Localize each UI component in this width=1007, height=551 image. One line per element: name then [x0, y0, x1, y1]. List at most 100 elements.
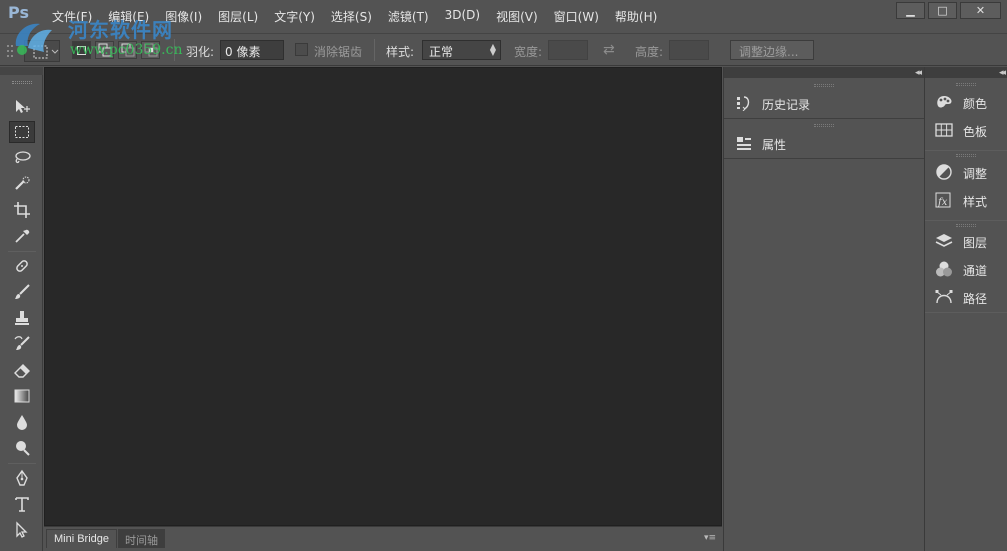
style-value: 正常 — [429, 45, 454, 59]
styles-icon: fx — [935, 192, 951, 208]
panel-paths[interactable]: 路径 — [935, 286, 1005, 308]
tab-timeline[interactable]: 时间轴 — [118, 529, 165, 548]
crop-tool[interactable] — [9, 199, 35, 221]
grip-icon[interactable] — [956, 224, 976, 227]
dock-header[interactable]: ◂◂ — [724, 67, 924, 78]
eyedropper-icon — [15, 229, 30, 243]
tool-divider — [8, 251, 36, 252]
path-select-tool[interactable] — [9, 519, 35, 541]
dock-header[interactable]: ◂◂ — [925, 67, 1007, 78]
collapse-icon[interactable]: ◂◂ — [915, 68, 922, 78]
menu-filter[interactable]: 滤镜(T) — [388, 8, 437, 25]
menu-select[interactable]: 选择(S) — [331, 8, 380, 25]
menu-window[interactable]: 窗口(W) — [554, 8, 607, 25]
history-brush-icon — [14, 336, 30, 350]
bottom-panel: Mini Bridge 时间轴 ▾≡ — [44, 526, 722, 549]
menu-image[interactable]: 图像(I) — [165, 8, 210, 25]
panel-label-properties: 属性 — [762, 138, 787, 152]
options-divider — [374, 39, 375, 61]
svg-text:fx: fx — [937, 197, 948, 208]
antialias-checkbox[interactable] — [295, 43, 308, 56]
quick-select-tool[interactable] — [9, 173, 35, 195]
grip-icon[interactable] — [956, 83, 976, 86]
menu-type[interactable]: 文字(Y) — [274, 8, 323, 25]
main-menu: 文件(F) 编辑(E) 图像(I) 图层(L) 文字(Y) 选择(S) 滤镜(T… — [52, 8, 673, 25]
grip-icon[interactable] — [814, 84, 834, 87]
color-icon — [937, 96, 952, 108]
panel-properties[interactable]: 属性 — [724, 121, 924, 159]
tool-divider — [8, 463, 36, 464]
tools-grip-icon[interactable] — [12, 81, 32, 84]
collapse-icon[interactable]: ◂◂ — [999, 68, 1006, 78]
lasso-icon — [15, 151, 31, 164]
antialias-label: 消除锯齿 — [314, 45, 363, 59]
panel-dock-column-1: ◂◂ 历史记录 属性 — [723, 67, 924, 551]
panel-adjustments[interactable]: 调整 — [935, 161, 1005, 183]
width-label: 宽度: — [514, 45, 543, 59]
swatches-icon — [935, 123, 953, 137]
pen-tool[interactable] — [9, 467, 35, 489]
grip-icon[interactable] — [956, 154, 976, 157]
pen-icon — [16, 469, 28, 486]
gradient-tool[interactable] — [9, 385, 35, 407]
close-button[interactable]: ✕ — [960, 2, 1001, 19]
minimize-button[interactable]: ▁ — [896, 2, 925, 19]
document-canvas-area[interactable] — [44, 67, 722, 526]
rect-marquee-tool[interactable] — [9, 121, 35, 143]
swap-icon[interactable]: ⇄ — [603, 42, 615, 58]
window-controls: ▁ □ ✕ — [896, 2, 1001, 19]
tool-preset-picker[interactable] — [24, 40, 60, 62]
panel-history[interactable]: 历史记录 — [724, 81, 924, 119]
dodge-tool[interactable] — [9, 437, 35, 459]
panel-menu-icon[interactable]: ▾≡ — [704, 533, 716, 543]
intersect-selection-button[interactable] — [141, 41, 160, 59]
move-tool[interactable] — [9, 96, 35, 118]
height-input[interactable] — [669, 40, 709, 60]
intersect-selection-icon — [144, 43, 157, 57]
stamp-icon — [15, 311, 29, 325]
channels-icon — [936, 261, 952, 277]
dropdown-arrows-icon: ▲ ▼ — [489, 42, 496, 57]
lasso-tool[interactable] — [9, 147, 35, 169]
drop-icon — [17, 415, 27, 430]
feather-input[interactable]: 0 像素 — [220, 40, 284, 60]
menu-bar: Ps 文件(F) 编辑(E) 图像(I) 图层(L) 文字(Y) 选择(S) 滤… — [0, 0, 1007, 33]
style-dropdown[interactable]: 正常 ▲ ▼ — [422, 40, 501, 60]
grip-icon[interactable] — [814, 124, 834, 127]
panel-label-paths: 路径 — [963, 292, 988, 306]
menu-view[interactable]: 视图(V) — [496, 8, 546, 25]
menu-file[interactable]: 文件(F) — [52, 8, 100, 25]
rect-marquee-icon — [33, 45, 59, 59]
brush-tool[interactable] — [9, 281, 35, 303]
panel-label-channels: 通道 — [963, 264, 988, 278]
move-icon — [16, 100, 30, 113]
eyedropper-tool[interactable] — [9, 225, 35, 247]
type-icon — [15, 497, 29, 512]
panel-color[interactable]: 颜色 — [935, 91, 1005, 113]
add-selection-button[interactable] — [95, 41, 114, 59]
healing-brush-tool[interactable] — [9, 255, 35, 277]
menu-3d[interactable]: 3D(D) — [445, 8, 488, 25]
panel-layers[interactable]: 图层 — [935, 230, 1005, 252]
history-brush-tool[interactable] — [9, 333, 35, 355]
maximize-button[interactable]: □ — [928, 2, 957, 19]
clone-stamp-tool[interactable] — [9, 307, 35, 329]
menu-layer[interactable]: 图层(L) — [218, 8, 266, 25]
tools-panel-header[interactable] — [0, 67, 43, 75]
new-selection-button[interactable] — [72, 41, 91, 59]
grip-icon[interactable] — [6, 44, 14, 58]
panel-channels[interactable]: 通道 — [935, 258, 1005, 280]
tab-mini-bridge[interactable]: Mini Bridge — [46, 529, 118, 548]
width-input[interactable] — [548, 40, 588, 60]
type-tool[interactable] — [9, 493, 35, 515]
photoshop-logo-icon: Ps — [8, 3, 29, 22]
menu-edit[interactable]: 编辑(E) — [108, 8, 157, 25]
panel-styles[interactable]: fx 样式 — [935, 189, 1005, 211]
menu-help[interactable]: 帮助(H) — [615, 8, 665, 25]
subtract-selection-button[interactable] — [118, 41, 137, 59]
eraser-tool[interactable] — [9, 359, 35, 381]
blur-tool[interactable] — [9, 411, 35, 433]
refine-edge-button[interactable]: 调整边缘... — [730, 40, 814, 60]
dodge-icon — [16, 441, 30, 456]
panel-swatches[interactable]: 色板 — [935, 119, 1005, 141]
